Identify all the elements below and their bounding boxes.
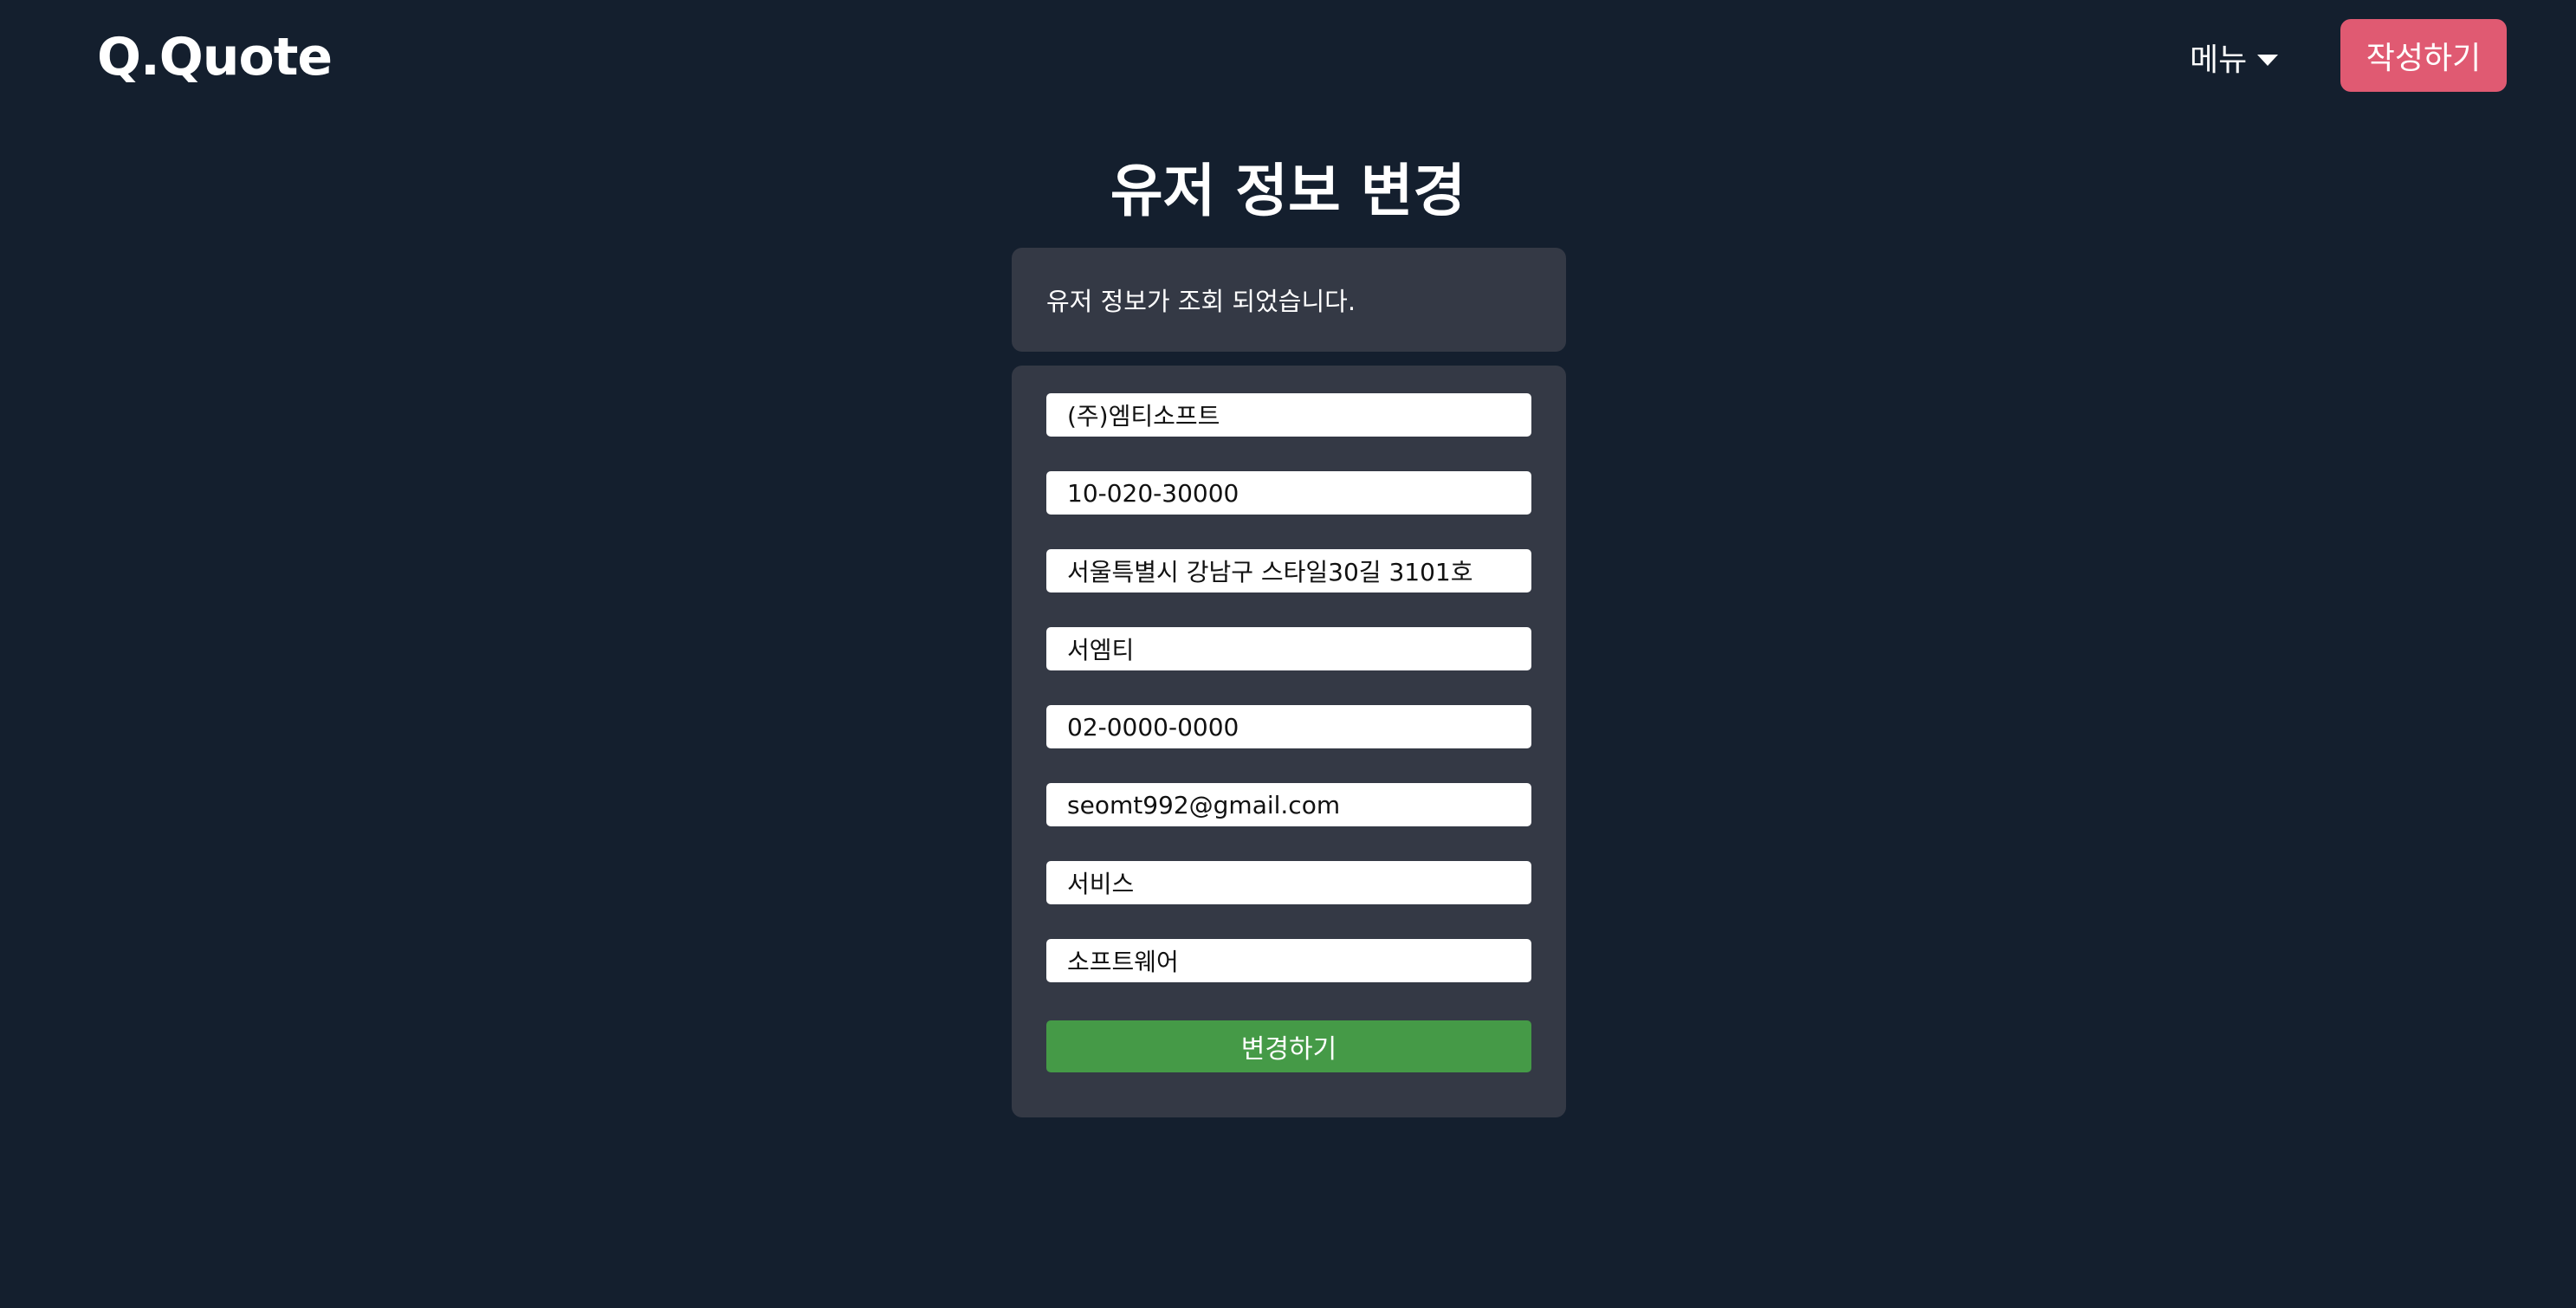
page-title: 유저 정보 변경	[1110, 158, 1466, 224]
change-button[interactable]: 변경하기	[1046, 1020, 1531, 1072]
top-navbar: Q.Quote 메뉴 작성하기	[0, 0, 2576, 113]
logo[interactable]: Q.Quote	[97, 23, 333, 92]
write-button[interactable]: 작성하기	[2340, 19, 2507, 92]
phone-field[interactable]	[1046, 705, 1531, 748]
representative-name-field[interactable]	[1046, 627, 1531, 670]
status-message-text: 유저 정보가 조회 되었습니다.	[1046, 287, 1356, 316]
address-field[interactable]	[1046, 549, 1531, 592]
email-field[interactable]	[1046, 783, 1531, 826]
business-number-field[interactable]	[1046, 471, 1531, 515]
caret-down-icon	[2257, 54, 2279, 66]
business-item-field[interactable]	[1046, 939, 1531, 982]
company-name-field[interactable]	[1046, 393, 1531, 437]
menu-label: 메뉴	[2190, 42, 2248, 78]
business-type-field[interactable]	[1046, 861, 1531, 904]
user-info-form: 변경하기	[1012, 366, 1566, 1117]
menu-dropdown[interactable]: 메뉴	[2190, 31, 2279, 83]
status-message: 유저 정보가 조회 되었습니다.	[1012, 248, 1566, 352]
